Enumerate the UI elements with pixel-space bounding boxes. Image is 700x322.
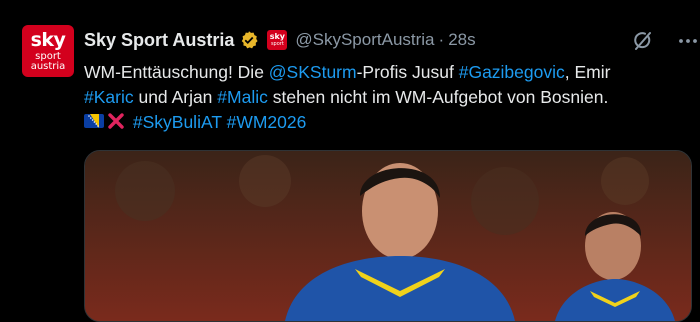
text-segment: WM-Enttäuschung! Die <box>84 62 269 82</box>
more-icon[interactable] <box>676 29 700 53</box>
separator-dot: · <box>438 30 445 49</box>
tweet-header: Sky Sport Austria sky sport @SkySportAus… <box>84 29 476 51</box>
tweet[interactable]: sky sport austria Sky Sport Austria sky … <box>0 0 700 322</box>
tweet-text: WM-Enttäuschung! Die @SKSturm-Profis Jus… <box>84 60 694 135</box>
tweet-media[interactable] <box>84 150 692 322</box>
timestamp[interactable]: 28s <box>448 30 475 50</box>
verified-badge-icon[interactable] <box>239 30 259 50</box>
hashtag-link[interactable]: #WM2026 <box>227 112 307 132</box>
account-name[interactable]: Sky Sport Austria <box>84 30 234 51</box>
text-segment: -Profis Jusuf <box>356 62 459 82</box>
affiliate-badge[interactable]: sky sport <box>267 30 288 50</box>
hashtag-link[interactable]: #Karic <box>84 87 134 107</box>
text-segment: , Emir <box>564 62 611 82</box>
avatar-logo-austria: austria <box>30 61 66 72</box>
account-handle[interactable]: @SkySportAustria <box>295 30 434 50</box>
hashtag-link[interactable]: #Gazibegovic <box>459 62 565 82</box>
avatar-logo-text: sky <box>30 29 66 51</box>
media-photo <box>85 151 691 321</box>
grok-icon[interactable] <box>631 29 655 53</box>
affiliate-badge-sport: sport <box>270 41 284 47</box>
bosnia-flag-icon <box>84 114 104 128</box>
hashtag-link[interactable]: #Malic <box>217 87 268 107</box>
hashtag-link[interactable]: #SkyBuliAT <box>133 112 222 132</box>
affiliate-badge-sky: sky <box>269 32 286 41</box>
cross-mark-icon <box>108 113 124 129</box>
mention-link[interactable]: @SKSturm <box>269 62 357 82</box>
text-segment: und Arjan <box>133 87 218 107</box>
avatar[interactable]: sky sport austria <box>22 25 74 77</box>
text-segment: stehen nicht im WM-Aufgebot von Bosnien. <box>267 87 609 107</box>
